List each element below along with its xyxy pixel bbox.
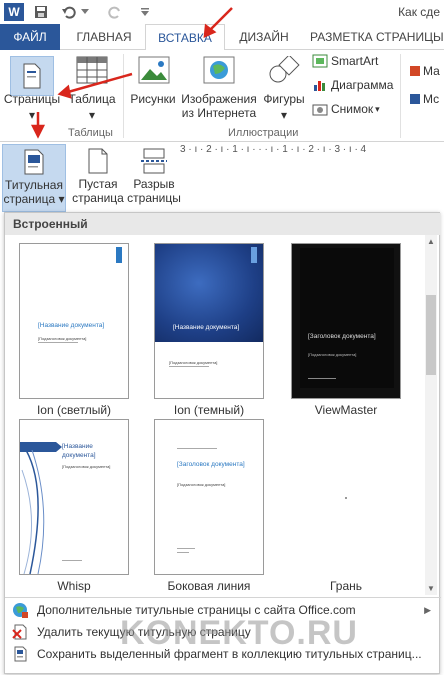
submenu-arrow-icon: ▶	[424, 604, 431, 615]
blank-page-label-2: страница	[72, 191, 124, 205]
blank-page-button[interactable]: Пустая страница	[70, 146, 126, 205]
cover-page-button[interactable]: Титульная страница ▾	[2, 144, 66, 212]
gallery-caption: Боковая линия	[167, 579, 251, 593]
gallery-caption: Ion (темный)	[173, 403, 245, 417]
gallery-item-ion-light[interactable]: [Название документа] [Подзаголовок докум…	[19, 243, 129, 399]
cover-page-label-2: страница ▾	[3, 192, 65, 206]
gallery-divider	[5, 597, 441, 598]
thumb-subtitle: [Подзаголовок документа]	[169, 360, 218, 365]
cover-page-icon	[24, 149, 44, 175]
thumb-subtitle: [Подзаголовок документа]	[308, 352, 357, 357]
gallery-item-sideline[interactable]: [Заголовок документа] [Подзаголовок доку…	[154, 419, 264, 575]
page-break-button[interactable]: Разрыв страницы	[126, 146, 182, 205]
page-break-label-2: страницы	[127, 191, 181, 205]
gallery-caption: ViewMaster	[314, 403, 378, 417]
whisp-curves	[21, 450, 45, 574]
office-globe-icon	[11, 602, 29, 618]
thumb-title: [Название документа]	[62, 443, 96, 459]
gallery-item-ion-dark[interactable]: [Название документа] [Подзаголовок докум…	[154, 243, 264, 399]
thumb-title: [Заголовок документа]	[177, 461, 245, 468]
cover-page-gallery: Встроенный ▲ ▼ [Название документа] [Под…	[4, 212, 441, 674]
thumb-subtitle: [Подзаголовок документа]	[177, 482, 226, 487]
scroll-up-icon[interactable]: ▲	[427, 237, 435, 246]
thumb-subtitle: [Подзаголовок документа]	[62, 464, 111, 469]
scroll-down-icon[interactable]: ▼	[427, 584, 435, 593]
remove-page-icon	[11, 624, 29, 640]
gallery-item-whisp[interactable]: [Название документа] [Подзаголовок докум…	[19, 419, 129, 575]
thumb-subtitle: [Подзаголовок документа]	[38, 336, 87, 341]
page-break-label-1: Разрыв	[133, 177, 175, 191]
page-break-icon	[141, 148, 167, 174]
gallery-item-facet[interactable]	[291, 419, 401, 575]
site-watermark: KONEKTO.RU	[120, 614, 358, 652]
gallery-caption: Ion (светлый)	[36, 403, 112, 417]
accent-bar	[116, 247, 122, 263]
gallery-item-viewmaster[interactable]: [Заголовок документа] [Подзаголовок доку…	[291, 243, 401, 399]
thumb-title: [Заголовок документа]	[308, 333, 376, 340]
blank-page-icon	[88, 148, 108, 174]
gallery-header: Встроенный	[5, 213, 441, 235]
gallery-caption: Грань	[329, 579, 363, 593]
cover-page-label-1: Титульная	[5, 178, 63, 192]
thumb-title: [Название документа]	[173, 324, 240, 331]
gallery-caption: Whisp	[57, 579, 91, 593]
save-to-gallery-icon	[11, 646, 29, 662]
blank-page-label-1: Пустая	[78, 177, 118, 191]
gallery-scrollbar[interactable]: ▲ ▼	[425, 235, 437, 595]
horizontal-ruler[interactable]: 3 · ı · 2 · ı · 1 · ı · · · ı · 1 · ı · …	[180, 144, 444, 160]
thumb-title: [Название документа]	[38, 322, 105, 329]
scrollbar-thumb[interactable]	[426, 295, 436, 375]
